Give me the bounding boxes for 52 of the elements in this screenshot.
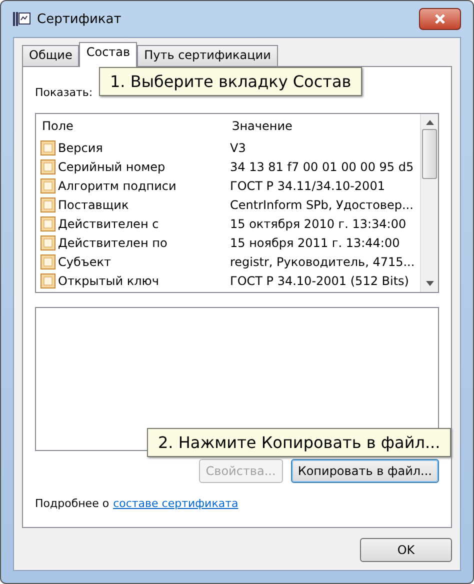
field-value: ГОСТ Р 34.11/34.10-2001 [230,178,386,192]
window-title: Сертификат [37,12,122,26]
field-value: V3 [230,140,247,154]
tab[interactable]: Состав [79,42,138,67]
document-icon [40,272,56,288]
field-name: Действителен с [58,216,159,230]
tab[interactable]: Путь сертификации [137,45,278,66]
list-row[interactable]: Открытый ключ ГОСТ Р 34.10-2001 (512 Bits) [40,271,420,290]
callout-tooltip: 2. Нажмите Копировать в файл... [147,428,452,457]
more-info-link[interactable]: составе сертификата [113,497,238,510]
scroll-down-icon [426,281,434,286]
tab[interactable]: Общие [22,45,80,66]
field-name: Открытый ключ [58,274,159,288]
field-value: CentrInform SPb, Удостовер... [230,198,414,212]
certificate-icon [13,11,31,27]
list-row[interactable]: Версия V3 [40,138,420,157]
close-icon [435,14,445,24]
field-value: 15 ноября 2011 г. 13:44:00 [230,236,401,250]
document-icon [40,140,56,156]
list-row[interactable]: Действителен по 15 ноября 2011 г. 13:44:00 [40,233,420,252]
field-name: Алгоритм подписи [58,178,176,192]
column-header[interactable]: Поле [40,119,230,133]
more-info-text: Подробнее о [35,497,110,510]
document-icon [40,196,56,212]
field-name: Субъект [58,254,111,268]
document-icon [40,178,56,194]
show-label: Показать: [35,86,93,98]
field-value: 34 13 81 f7 00 01 00 00 95 d5 [230,160,415,174]
copy-to-file-button[interactable]: Копировать в файл... [290,459,439,483]
list-row[interactable]: Субъект registr, Руководитель, 4715... [40,252,420,271]
scrollbar[interactable] [420,114,438,292]
document-icon [40,234,56,250]
field-name: Серийный номер [58,160,166,174]
document-icon [40,254,56,270]
document-icon [40,216,56,232]
document-icon [40,158,56,174]
list-row[interactable]: Поставщик CentrInform SPb, Удостовер... [40,195,420,214]
callout-tooltip: 1. Выберите вкладку Состав [99,67,362,96]
field-value: registr, Руководитель, 4715... [230,254,416,268]
list-row[interactable]: Действителен с 15 октября 2010 г. 13:34:00 [40,214,420,233]
list-row[interactable]: Серийный номер 34 13 81 f7 00 01 00 00 95 d5 [40,157,420,176]
field-value: ГОСТ Р 34.10-2001 (512 Bits) [230,274,410,288]
scroll-thumb[interactable] [422,129,437,179]
close-button[interactable] [419,8,461,30]
list-row[interactable]: Алгоритм подписи ГОСТ Р 34.11/34.10-2001 [40,176,420,195]
column-header[interactable]: Значение [230,119,420,133]
scroll-up-icon [426,120,434,125]
ok-button[interactable]: OK [360,538,452,562]
field-name: Поставщик [58,198,129,212]
field-name: Версия [58,140,103,154]
field-name: Действителен по [58,236,168,250]
field-value: 15 октября 2010 г. 13:34:00 [230,216,408,230]
